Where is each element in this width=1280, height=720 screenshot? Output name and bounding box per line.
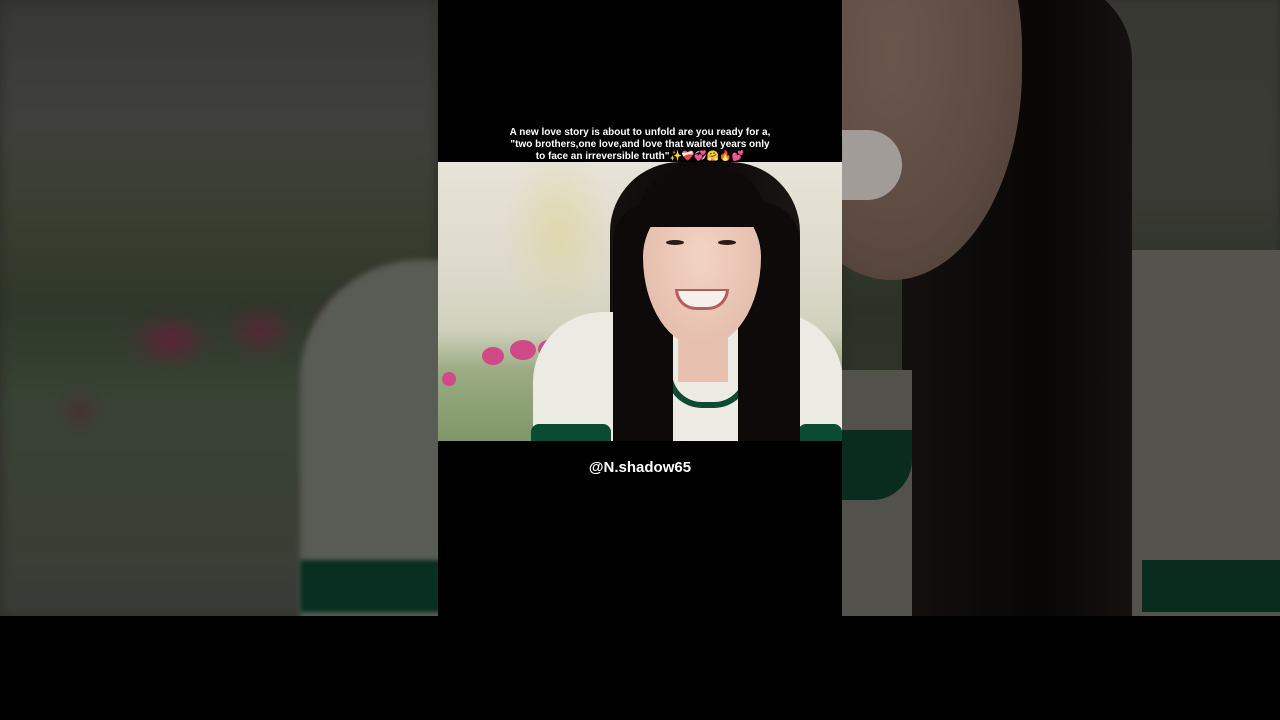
caption-line-2: "two brothers,one love,and love that wai… [510, 139, 770, 150]
caption-line-3-text: to face an irreversible truth" [535, 151, 670, 162]
bottom-letterbox [0, 616, 1280, 720]
blurred-background-left [0, 0, 438, 616]
video-caption: A new love story is about to unfold are … [438, 127, 842, 163]
short-video-frame[interactable]: A new love story is about to unfold are … [438, 0, 842, 616]
blurred-background-right [842, 0, 1280, 616]
caption-line-1: A new love story is about to unfold are … [509, 127, 771, 138]
video-player[interactable]: A new love story is about to unfold are … [0, 0, 1280, 616]
video-frame-image [438, 162, 842, 441]
caption-emojis: ✨❤️‍🩹💞🤗🔥💕 [669, 151, 745, 162]
channel-handle: @N.shadow65 [588, 459, 692, 476]
